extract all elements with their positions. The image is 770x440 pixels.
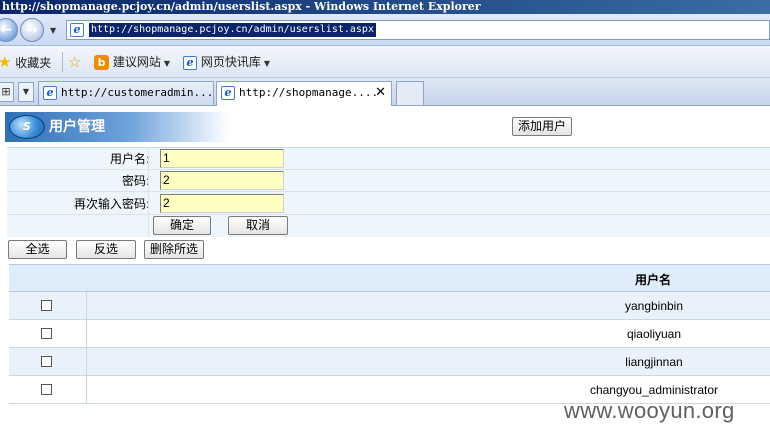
address-toolbar: ← → ▼ e http://shopmanage.pcjoy.cn/admin… xyxy=(0,14,770,46)
close-icon[interactable]: ✕ xyxy=(375,82,386,104)
ie-page-icon: e xyxy=(43,86,57,100)
tab-shopmanage[interactable]: e http://shopmanage.... ✕ xyxy=(216,81,392,106)
table-row: qiaoliyuan xyxy=(9,320,770,348)
tab-customeradmin[interactable]: e http://customeradmin.... xyxy=(38,81,214,105)
confirm-password-field[interactable]: 2 xyxy=(160,194,284,213)
username-cell: liangjinnan xyxy=(625,355,683,369)
checkbox-cell xyxy=(9,320,87,347)
add-user-button[interactable]: 添加用户 xyxy=(512,117,572,136)
forward-arrow-icon: → xyxy=(26,22,38,38)
forward-button[interactable]: → xyxy=(20,18,44,42)
chevron-down-icon: ▼ xyxy=(163,59,170,68)
add-favorite-button[interactable]: ☆ xyxy=(68,54,81,71)
username-label: 用户名: xyxy=(109,152,150,166)
tab-label: http://customeradmin.... xyxy=(61,86,214,99)
star-icon: ★ xyxy=(0,53,12,71)
confirm-password-label: 再次输入密码: xyxy=(73,197,150,211)
tab-list-icon[interactable]: ▼ xyxy=(18,82,34,102)
logo-icon: S xyxy=(9,115,45,139)
chevron-down-icon: ▼ xyxy=(263,59,270,68)
window-title: http://shopmanage.pcjoy.cn/admin/usersli… xyxy=(2,0,481,13)
favorite-item-label: 建议网站 xyxy=(112,55,161,69)
toolbar-divider xyxy=(62,52,63,72)
username-field[interactable]: 1 xyxy=(160,149,284,168)
cancel-button[interactable]: 取消 xyxy=(228,216,288,235)
add-favorite-icon: ☆ xyxy=(68,53,82,71)
page-header-banner: S 用户管理 xyxy=(5,112,230,142)
form-row-username: 用户名: 1 xyxy=(7,148,770,170)
form-row-password: 密码: 2 xyxy=(7,170,770,192)
password-field[interactable]: 2 xyxy=(160,171,284,190)
address-url[interactable]: http://shopmanage.pcjoy.cn/admin/usersli… xyxy=(89,23,376,37)
username-cell: qiaoliyuan xyxy=(626,327,682,341)
favorites-bar: ★ 收藏夹 ☆ b 建议网站 ▼ e 网页快讯库 ▼ xyxy=(0,46,770,78)
back-button[interactable]: ← xyxy=(0,18,18,42)
history-dropdown-icon[interactable]: ▼ xyxy=(50,26,56,35)
favorite-item-suggested-sites[interactable]: b 建议网站 ▼ xyxy=(94,54,170,72)
page-title: 用户管理 xyxy=(49,119,105,135)
confirm-button[interactable]: 确定 xyxy=(153,216,211,235)
tab-bar: ⊞ ▼ e http://customeradmin.... e http://sh… xyxy=(0,78,770,106)
page-content: S 用户管理 添加用户 用户名: 1 密码: 2 再次输入密码: 2 确定 取消… xyxy=(0,107,770,440)
password-label: 密码: xyxy=(121,174,150,188)
quick-tabs-icon[interactable]: ⊞ xyxy=(0,82,14,102)
username-cell: changyou_administrator xyxy=(589,383,719,397)
delete-selected-button[interactable]: 删除所选 xyxy=(144,240,204,259)
favorites-label: 收藏夹 xyxy=(15,56,52,70)
table-header: 用户名 xyxy=(9,264,770,292)
ie-page-icon: e xyxy=(70,23,84,37)
invert-selection-button[interactable]: 反选 xyxy=(76,240,136,259)
table-row: yangbinbin xyxy=(9,292,770,320)
checkbox-cell xyxy=(9,376,87,403)
checkbox-cell xyxy=(9,348,87,375)
b-icon: b xyxy=(94,55,109,70)
back-arrow-icon: ← xyxy=(0,22,12,38)
favorite-item-web-slice[interactable]: e 网页快讯库 ▼ xyxy=(183,54,270,72)
favorites-button[interactable]: ★ 收藏夹 xyxy=(0,54,51,71)
ie-page-icon: e xyxy=(221,86,235,100)
favorite-item-label: 网页快讯库 xyxy=(200,55,261,69)
row-checkbox[interactable] xyxy=(41,356,52,367)
row-checkbox[interactable] xyxy=(41,300,52,311)
user-form: 用户名: 1 密码: 2 再次输入密码: 2 xyxy=(7,147,770,237)
form-column-divider xyxy=(148,147,149,237)
new-tab-button[interactable] xyxy=(396,81,424,105)
select-all-button[interactable]: 全选 xyxy=(8,240,67,259)
row-checkbox[interactable] xyxy=(41,328,52,339)
form-row-actions xyxy=(7,216,770,238)
ie-page-icon: e xyxy=(183,56,197,70)
tab-label: http://shopmanage.... xyxy=(239,86,379,99)
watermark: www.wooyun.org xyxy=(564,398,735,423)
username-cell: yangbinbin xyxy=(624,299,684,313)
column-header-username: 用户名 xyxy=(634,273,671,287)
row-checkbox[interactable] xyxy=(41,384,52,395)
table-row: liangjinnan xyxy=(9,348,770,376)
window-title-bar: http://shopmanage.pcjoy.cn/admin/usersli… xyxy=(0,0,770,14)
form-row-confirm-password: 再次输入密码: 2 xyxy=(7,193,770,215)
checkbox-cell xyxy=(9,292,87,319)
address-field[interactable]: e http://shopmanage.pcjoy.cn/admin/users… xyxy=(66,20,770,40)
